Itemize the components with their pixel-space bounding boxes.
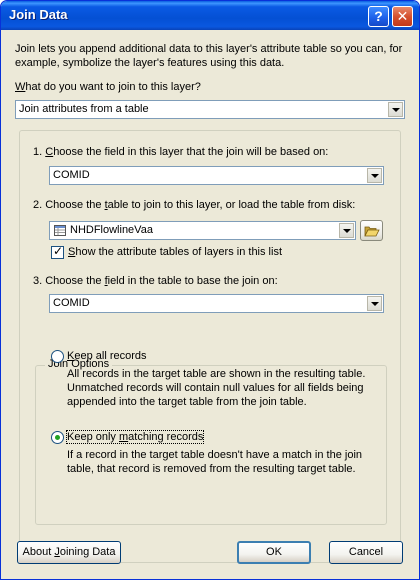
chevron-down-icon[interactable]: [388, 102, 403, 117]
help-button[interactable]: ?: [368, 6, 389, 27]
window-title: Join Data: [9, 7, 68, 22]
join-type-value: Join attributes from a table: [19, 103, 149, 115]
layer-field-value: COMID: [53, 169, 90, 181]
layer-field-dropdown[interactable]: COMID: [49, 166, 384, 185]
intro-text: Join lets you append additional data to …: [15, 43, 403, 69]
show-layer-tables-label: Show the attribute tables of layers in t…: [68, 246, 283, 258]
chevron-down-icon[interactable]: [367, 296, 382, 311]
dialog-body: Join lets you append additional data to …: [5, 30, 415, 577]
close-button[interactable]: ✕: [392, 6, 413, 27]
keep-matching-records-radio[interactable]: [51, 431, 64, 444]
table-icon: [54, 225, 66, 239]
keep-matching-records-label[interactable]: Keep only matching records: [65, 430, 205, 444]
chevron-down-icon[interactable]: [367, 168, 382, 183]
browse-table-button[interactable]: [360, 220, 383, 241]
keep-all-records-label[interactable]: Keep all records: [67, 350, 147, 362]
join-table-dropdown[interactable]: NHDFlowlineVaa: [49, 221, 356, 240]
join-type-dropdown[interactable]: Join attributes from a table: [15, 100, 405, 119]
ok-button[interactable]: OK: [237, 541, 311, 564]
join-data-dialog: Join Data ? ✕ Join lets you append addit…: [0, 0, 420, 580]
about-joining-data-button[interactable]: About Joining Data: [17, 541, 121, 564]
join-table-value: NHDFlowlineVaa: [70, 224, 153, 236]
step3-label: 3. Choose the field in the table to base…: [33, 275, 278, 287]
keep-matching-records-description: If a record in the target table doesn't …: [67, 449, 363, 475]
step1-label: 1. Choose the field in this layer that t…: [33, 146, 329, 158]
join-field-dropdown[interactable]: COMID: [49, 294, 384, 313]
join-field-value: COMID: [53, 297, 90, 309]
keep-all-records-radio[interactable]: [51, 350, 64, 363]
cancel-button[interactable]: Cancel: [329, 541, 403, 564]
show-layer-tables-checkbox[interactable]: [51, 244, 64, 259]
step2-label: 2. Choose the table to join to this laye…: [33, 199, 356, 211]
join-type-label: What do you want to join to this layer?: [15, 81, 201, 93]
keep-all-records-description: All records in the target table are show…: [67, 368, 366, 408]
chevron-down-icon[interactable]: [339, 223, 354, 238]
title-bar[interactable]: Join Data ? ✕: [1, 1, 419, 30]
